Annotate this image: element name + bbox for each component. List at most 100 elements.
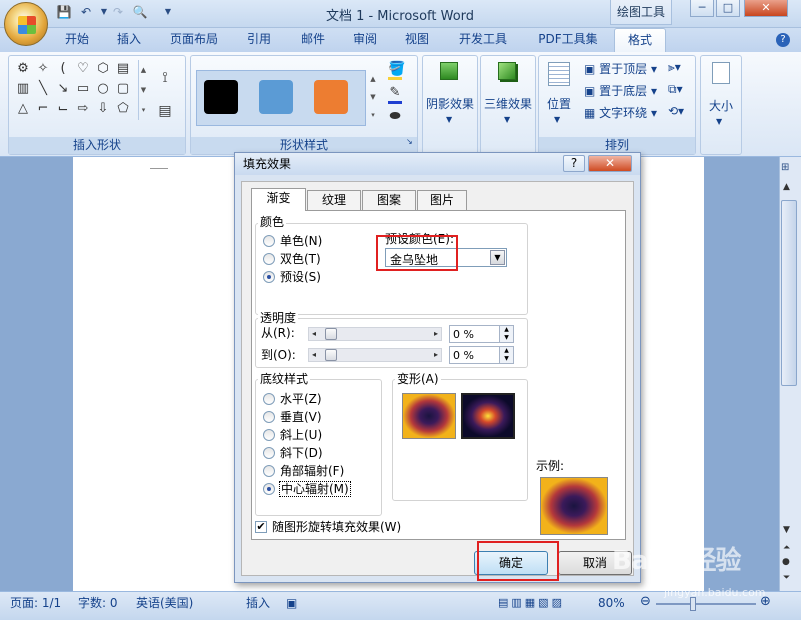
align-icon[interactable]: ⫸▾	[668, 60, 681, 75]
horizontal-label[interactable]: 水平(Z)	[280, 392, 322, 406]
position-button[interactable]: 位置	[544, 95, 574, 112]
radio-from-center[interactable]	[263, 483, 275, 495]
language-indicator[interactable]: 英语(美国)	[136, 596, 193, 610]
tab-review[interactable]: 审阅	[346, 28, 384, 52]
tab-gradient[interactable]: 渐变	[251, 188, 306, 211]
undo-icon[interactable]: ↶	[78, 4, 94, 20]
help-icon[interactable]: ?	[776, 33, 790, 47]
shape-textbox-icon[interactable]: ▤	[116, 62, 130, 76]
zoom-slider[interactable]	[656, 603, 756, 605]
edit-points-icon[interactable]: ⟟	[158, 70, 172, 85]
shape-oval-icon[interactable]: ○	[96, 82, 110, 96]
zoom-level[interactable]: 80%	[598, 596, 625, 610]
preset-dropdown-arrow-icon[interactable]: ▼	[490, 250, 505, 265]
tab-pattern[interactable]: 图案	[362, 190, 416, 210]
scrollbar-thumb[interactable]	[781, 200, 797, 386]
shape-down-arrow-icon[interactable]: ⇩	[96, 102, 110, 116]
3d-effects-icon[interactable]	[498, 62, 516, 80]
shape-line-icon[interactable]: ╲	[36, 82, 50, 96]
variant-1[interactable]	[402, 393, 456, 439]
to-slider-thumb[interactable]	[325, 349, 337, 361]
to-transparency-slider[interactable]: ◂ ▸	[308, 348, 442, 362]
scroll-down-icon[interactable]: ▼	[783, 525, 790, 535]
size-dropdown-icon[interactable]: ▼	[716, 117, 722, 126]
shape-elbow-connector-icon[interactable]: ⌐	[36, 102, 50, 116]
tab-texture[interactable]: 纹理	[307, 190, 361, 210]
shape-pentagon-icon[interactable]: ⬠	[116, 102, 130, 116]
size-button[interactable]: 大小	[704, 97, 738, 114]
restore-button[interactable]: □	[716, 0, 740, 17]
zoom-slider-thumb[interactable]	[690, 597, 696, 611]
tab-format[interactable]: 格式	[614, 28, 666, 52]
tab-insert[interactable]: 插入	[110, 28, 148, 52]
to-slider-right-icon[interactable]: ▸	[431, 349, 441, 361]
insert-mode[interactable]: 插入	[246, 596, 270, 610]
shape-textbox-vertical-icon[interactable]: ▥	[16, 82, 30, 96]
shape-gear-icon[interactable]: ⚙	[16, 62, 30, 76]
dialog-launcher-icon[interactable]: ↘	[406, 137, 413, 146]
shape-arrow-line-icon[interactable]: ↘	[56, 82, 70, 96]
shape-octagon-icon[interactable]: ⬡	[96, 62, 110, 76]
rotate-icon[interactable]: ⟲▾	[668, 104, 684, 118]
text-wrap-button[interactable]: ▦ 文字环绕 ▾	[584, 104, 657, 121]
macro-record-icon[interactable]: ▣	[286, 596, 297, 610]
shape-star-icon[interactable]: ✧	[36, 62, 50, 76]
print-preview-icon[interactable]: 🔍	[132, 4, 148, 20]
style-swatch-blue[interactable]	[259, 80, 293, 114]
dialog-close-button[interactable]: ✕	[588, 155, 632, 172]
to-slider-left-icon[interactable]: ◂	[309, 349, 319, 361]
radio-diagonal-down[interactable]	[263, 447, 275, 459]
shadow-effects-icon[interactable]	[440, 62, 458, 80]
3d-dropdown-icon[interactable]: ▼	[504, 115, 510, 124]
rotate-fill-checkbox[interactable]: ✔	[255, 521, 267, 533]
tab-references[interactable]: 引用	[240, 28, 278, 52]
tab-view[interactable]: 视图	[398, 28, 436, 52]
tab-home[interactable]: 开始	[58, 28, 96, 52]
style-swatch-orange[interactable]	[314, 80, 348, 114]
radio-two-colors[interactable]	[263, 253, 275, 265]
from-transparency-slider[interactable]: ◂ ▸	[308, 327, 442, 341]
radio-preset[interactable]	[263, 271, 275, 283]
style-swatch-black[interactable]	[204, 80, 238, 114]
close-button[interactable]: ✕	[744, 0, 788, 17]
from-slider-left-icon[interactable]: ◂	[309, 328, 319, 340]
radio-one-color[interactable]	[263, 235, 275, 247]
radio-diagonal-up[interactable]	[263, 429, 275, 441]
scroll-up-icon[interactable]: ▲	[783, 182, 790, 192]
shape-triangle-icon[interactable]: △	[16, 102, 30, 116]
to-spin-down-icon[interactable]: ▼	[499, 355, 513, 363]
diagonal-down-label[interactable]: 斜下(D)	[280, 446, 323, 460]
customize-qat-icon[interactable]: ▼	[160, 4, 176, 20]
tab-picture[interactable]: 图片	[417, 190, 467, 210]
shape-fill-icon[interactable]: 🪣	[388, 62, 405, 76]
shape-right-arrow-icon[interactable]: ⇨	[76, 102, 90, 116]
style-gallery-scroll[interactable]: ▲ ▼ ▾	[368, 70, 378, 126]
tab-mailings[interactable]: 邮件	[294, 28, 332, 52]
shape-bracket-icon[interactable]: (	[56, 62, 70, 76]
ruler-toggle-icon[interactable]: ⊞	[781, 162, 789, 173]
word-count[interactable]: 字数: 0	[78, 596, 118, 610]
dialog-help-button[interactable]: ?	[563, 155, 585, 172]
view-buttons[interactable]: ▤▥▦▧▨	[498, 596, 565, 610]
to-spin-up-icon[interactable]: ▲	[499, 347, 513, 355]
add-textbox-icon[interactable]: ▤	[158, 104, 172, 118]
vertical-label[interactable]: 垂直(V)	[280, 410, 322, 424]
radio-vertical[interactable]	[263, 411, 275, 423]
from-spin-up-icon[interactable]: ▲	[499, 326, 513, 334]
position-dropdown-icon[interactable]: ▼	[554, 115, 560, 124]
minimize-button[interactable]: ─	[690, 0, 714, 17]
bring-to-front-button[interactable]: ▣ 置于顶层 ▾	[584, 60, 657, 77]
from-center-label[interactable]: 中心辐射(M)	[279, 481, 351, 497]
radio-from-corner[interactable]	[263, 465, 275, 477]
to-transparency-input[interactable]: 0 % ▲ ▼	[449, 346, 514, 364]
from-spin-down-icon[interactable]: ▼	[499, 334, 513, 342]
shape-gallery-scroll[interactable]: ▲ ▼ ▾	[138, 60, 148, 120]
office-button[interactable]	[4, 2, 48, 46]
shape-elbow-arrow-icon[interactable]: ⌙	[56, 102, 70, 116]
from-transparency-input[interactable]: 0 % ▲ ▼	[449, 325, 514, 343]
shape-heart-icon[interactable]: ♡	[76, 62, 90, 76]
next-page-icon[interactable]: ⏷	[783, 573, 790, 583]
shape-rounded-rect-icon[interactable]: ▢	[116, 82, 130, 96]
diagonal-up-label[interactable]: 斜上(U)	[280, 428, 322, 442]
shape-outline-icon[interactable]: ✎	[388, 86, 402, 100]
